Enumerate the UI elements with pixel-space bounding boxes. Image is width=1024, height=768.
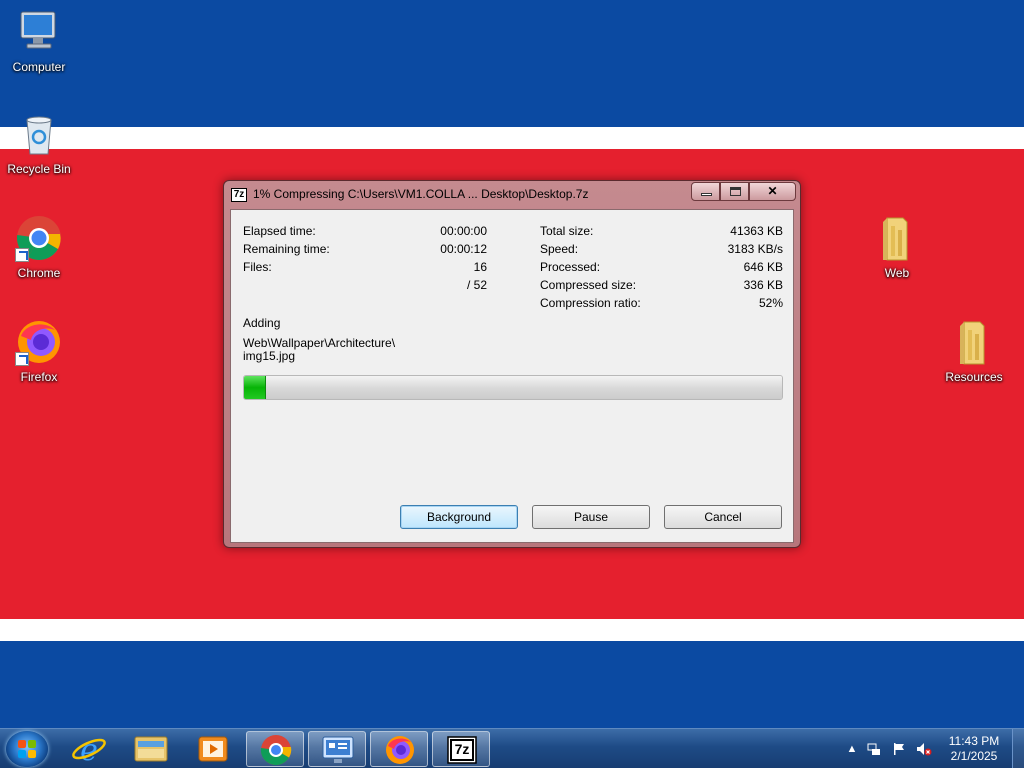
7zip-app-icon: 7z	[231, 188, 247, 202]
close-icon: ✕	[767, 184, 778, 198]
remaining-time-label: Remaining time:	[243, 242, 330, 256]
chrome-icon	[15, 214, 63, 262]
chrome-icon	[260, 735, 292, 766]
svg-text:e: e	[80, 733, 98, 767]
remaining-time-value: 00:00:12	[440, 242, 487, 256]
window-controls: ✕	[691, 182, 796, 201]
files-label: Files:	[243, 260, 272, 274]
speed-value: 3183 KB/s	[727, 242, 783, 256]
computer-icon	[15, 8, 63, 56]
taskbar-file-explorer[interactable]	[122, 731, 180, 767]
desktop-icon-web-folder[interactable]: Web	[859, 214, 935, 280]
files-total-value: / 52	[466, 278, 487, 292]
recycle-bin-icon	[15, 110, 63, 158]
desktop-icon-label: Recycle Bin	[7, 162, 71, 176]
firefox-icon	[386, 736, 414, 764]
total-size-label: Total size:	[540, 224, 594, 238]
compress-progress-dialog: 7z 1% Compressing C:\Users\VM1.COLLA ...…	[223, 180, 801, 548]
folder-icon	[950, 318, 998, 366]
start-button[interactable]	[6, 731, 48, 767]
desktop-icon-label: Resources	[945, 370, 1003, 384]
taskbar-media-player[interactable]	[184, 731, 242, 767]
firefox-icon	[15, 318, 63, 366]
close-button[interactable]: ✕	[749, 182, 796, 201]
processed-label: Processed:	[540, 260, 601, 274]
show-hidden-icons-button[interactable]: ▲	[845, 742, 859, 756]
desktop-icon-label: Firefox	[20, 370, 58, 384]
taskbar-network-monitor[interactable]	[308, 731, 366, 767]
7zip-taskbar-label: 7z	[454, 741, 470, 757]
status-label: Adding	[243, 316, 281, 330]
clock-date: 2/1/2025	[950, 749, 998, 763]
dialog-titlebar[interactable]: 7z 1% Compressing C:\Users\VM1.COLLA ...…	[224, 181, 800, 208]
taskbar-7zip[interactable]: 7z	[432, 731, 490, 767]
processed-value: 646 KB	[743, 260, 783, 274]
pause-button[interactable]: Pause	[532, 505, 650, 529]
speed-label: Speed:	[540, 242, 579, 256]
wallpaper-band-white-bottom	[0, 619, 1024, 641]
desktop-icon-label: Chrome	[17, 266, 61, 280]
taskbar: e 7z ▲ 11:43 PM 2/1/2025	[0, 728, 1024, 768]
internet-explorer-icon: e	[72, 733, 106, 768]
taskbar-internet-explorer[interactable]: e	[60, 731, 118, 768]
wallpaper-band-blue-bottom	[0, 641, 1024, 728]
compression-progress-bar	[243, 375, 783, 400]
show-desktop-button[interactable]	[1012, 729, 1024, 768]
action-center-flag-icon[interactable]	[892, 742, 906, 756]
desktop-icon-label: Web	[884, 266, 910, 280]
elapsed-time-label: Elapsed time:	[243, 224, 316, 238]
current-file-name: img15.jpg	[243, 349, 296, 363]
system-clock[interactable]: 11:43 PM 2/1/2025	[946, 734, 1002, 764]
minimize-button[interactable]	[691, 182, 720, 201]
desktop-icon-firefox[interactable]: Firefox	[1, 318, 77, 384]
compressed-size-value: 336 KB	[743, 278, 783, 292]
desktop-icon-recycle-bin[interactable]: Recycle Bin	[1, 110, 77, 176]
files-value: 16	[473, 260, 487, 274]
total-size-value: 41363 KB	[730, 224, 783, 238]
maximize-icon	[730, 187, 741, 196]
clock-time: 11:43 PM	[948, 734, 1000, 748]
shortcut-arrow-icon	[15, 352, 29, 366]
wallpaper-band-blue-top	[0, 0, 1024, 127]
network-monitor-icon	[322, 736, 354, 763]
progress-track	[244, 376, 782, 399]
desktop-icon-chrome[interactable]: Chrome	[1, 214, 77, 280]
dialog-title: 1% Compressing C:\Users\VM1.COLLA ... De…	[253, 187, 589, 201]
elapsed-time-value: 00:00:00	[440, 224, 487, 238]
minimize-icon	[701, 193, 712, 196]
progress-fill	[244, 376, 266, 399]
maximize-button[interactable]	[720, 182, 749, 201]
desktop-icon-resources-folder[interactable]: Resources	[936, 318, 1012, 384]
compression-ratio-value: 52%	[758, 296, 783, 310]
compression-ratio-label: Compression ratio:	[540, 296, 641, 310]
shortcut-arrow-icon	[15, 248, 29, 262]
cancel-button[interactable]: Cancel	[664, 505, 782, 529]
windows-logo-icon	[18, 740, 36, 758]
desktop-icon-computer[interactable]: Computer	[1, 8, 77, 74]
file-explorer-icon	[134, 736, 168, 762]
volume-muted-icon[interactable]	[916, 742, 932, 756]
media-player-icon	[198, 736, 228, 762]
desktop-icon-label: Computer	[12, 60, 66, 74]
network-tray-icon[interactable]	[867, 742, 881, 756]
taskbar-firefox[interactable]	[370, 731, 428, 767]
background-button[interactable]: Background	[400, 505, 518, 529]
taskbar-chrome[interactable]	[246, 731, 304, 767]
current-file-path: Web\Wallpaper\Architecture\	[243, 336, 396, 350]
folder-icon	[873, 214, 921, 262]
dialog-client-area: Elapsed time: 00:00:00 Remaining time: 0…	[230, 209, 794, 543]
compressed-size-label: Compressed size:	[540, 278, 637, 292]
wallpaper-band-white-top	[0, 127, 1024, 149]
